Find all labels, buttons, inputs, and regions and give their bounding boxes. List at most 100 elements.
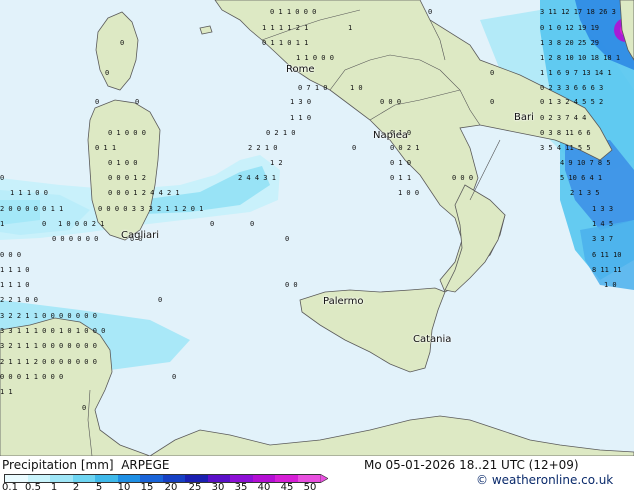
svg-text:4 9 10 7 8 5: 4 9 10 7 8 5 [560,159,611,167]
svg-text:3 11 12 17 18 26 3: 3 11 12 17 18 26 3 [540,8,616,16]
svg-text:0: 0 [120,39,124,47]
svg-text:3 2 2 1 1 0 0 0 0 0 0 0: 3 2 2 1 1 0 0 0 0 0 0 0 [0,312,97,320]
scale-swatch [162,475,185,482]
svg-text:0: 0 [172,373,176,381]
scale-tick: 0.5 [25,482,41,493]
scale-swatch [140,475,163,482]
svg-text:1 3 8 20 25 29: 1 3 8 20 25 29 [540,39,599,47]
svg-text:1 1 6 9 7 13 14 1: 1 1 6 9 7 13 14 1 [540,69,612,77]
city-label-rome: Rome [286,64,315,75]
scale-tick: 20 [164,482,178,493]
scale-swatch [5,475,28,482]
svg-text:2 4 4 3 1: 2 4 4 3 1 [238,174,276,182]
svg-text:0 1 1: 0 1 1 [95,144,116,152]
map-svg: 0 1 1 0 0 0 0 3 11 12 17 18 26 3 1 1 1 1… [0,0,634,456]
svg-text:0: 0 [210,220,214,228]
svg-text:0 1 0 12 19 19: 0 1 0 12 19 19 [540,24,599,32]
svg-text:0 0: 0 0 [285,281,298,289]
scale-swatch [72,475,95,482]
svg-text:2 1 3 5: 2 1 3 5 [570,189,600,197]
svg-text:0 1 0 0 0: 0 1 0 0 0 [108,129,146,137]
scale-swatch [185,475,208,482]
scale-swatch [95,475,118,482]
scale-tick: 0.1 [2,482,18,493]
svg-text:3 3 1 1 1 0 0 1 0 1 0 0 0: 3 3 1 1 1 0 0 1 0 1 0 0 0 [0,327,105,335]
precipitation-map: 0 1 1 0 0 0 0 3 11 12 17 18 26 3 1 1 1 1… [0,0,634,456]
svg-text:0: 0 [42,220,46,228]
svg-text:0 0 0: 0 0 0 [452,174,473,182]
precip-title: Precipitation [mm] ARPEGE [2,458,169,472]
svg-text:0 7 1 0: 0 7 1 0 [298,84,328,92]
svg-text:1: 1 [0,220,4,228]
scale-swatch [230,475,253,482]
svg-text:1 0 0 0 2 1: 1 0 0 0 2 1 [58,220,104,228]
svg-text:1 2: 1 2 [270,159,283,167]
svg-text:0 0 0 1 2 4 4 2 1: 0 0 0 1 2 4 4 2 1 [108,189,180,197]
svg-text:0: 0 [490,98,494,106]
svg-text:1 1 1 0: 1 1 1 0 [0,281,30,289]
svg-text:0 3 8 11 6 6: 0 3 8 11 6 6 [540,129,591,137]
scale-tick: 15 [140,482,154,493]
svg-text:1 3 0: 1 3 0 [290,98,311,106]
scale-swatch [252,475,275,482]
precip-title-text: Precipitation [mm] [2,458,114,472]
svg-text:1 1 1 1 2 1: 1 1 1 1 2 1 [262,24,308,32]
svg-text:1 1: 1 1 [0,388,13,396]
svg-text:2 2 1 0: 2 2 1 0 [248,144,278,152]
svg-text:1 1 0: 1 1 0 [290,114,311,122]
city-label-palermo: Palermo [323,296,364,307]
map-footer: Precipitation [mm] ARPEGE Mo 05-01-2026 … [0,456,634,493]
scale-tick: 1 [50,482,58,493]
svg-text:0: 0 [105,69,109,77]
svg-text:0 1 0 0: 0 1 0 0 [108,159,138,167]
scale-tick: 25 [188,482,202,493]
svg-text:0: 0 [250,220,254,228]
svg-text:0 1 3 2 4 5 5 2: 0 1 3 2 4 5 5 2 [540,98,603,106]
svg-text:1 0 0: 1 0 0 [398,189,419,197]
scale-tick: 35 [234,482,248,493]
svg-text:0 0 2 1: 0 0 2 1 [390,144,420,152]
svg-text:3 3 7: 3 3 7 [592,235,613,243]
svg-text:1 0: 1 0 [350,84,363,92]
svg-text:2 0 0 0 0 0 1 1: 2 0 0 0 0 0 1 1 [0,205,63,213]
svg-text:0 0 0: 0 0 0 [0,251,21,259]
svg-text:6 11 10: 6 11 10 [592,251,622,259]
svg-text:0 0 0: 0 0 0 [380,98,401,106]
svg-text:1 1 0 0 0: 1 1 0 0 0 [296,54,334,62]
svg-text:1 0: 1 0 [604,281,617,289]
svg-text:0: 0 [428,8,432,16]
svg-text:3 5 4 11 5 5: 3 5 4 11 5 5 [540,144,591,152]
svg-text:1 1 1 0 0: 1 1 1 0 0 [10,189,48,197]
valid-time: Mo 05-01-2026 18..21 UTC (12+09) [364,458,579,472]
svg-text:8 11 11: 8 11 11 [592,266,622,274]
svg-text:1 4 5: 1 4 5 [592,220,613,228]
scale-tick: 45 [280,482,294,493]
svg-text:0 1 1 0 0 0: 0 1 1 0 0 0 [270,8,316,16]
scale-tick: 5 [95,482,103,493]
svg-text:5 10 6 4 1: 5 10 6 4 1 [560,174,602,182]
svg-text:0: 0 [135,98,139,106]
city-label-naples: Napiea [373,130,409,141]
scale-swatch [297,475,320,482]
svg-text:0: 0 [158,296,162,304]
scale-tick: 40 [257,482,271,493]
svg-text:0: 0 [490,69,494,77]
scale-swatch [117,475,140,482]
svg-text:0: 0 [82,404,86,412]
svg-text:0: 0 [95,98,99,106]
svg-text:0 0 0 0 0 0: 0 0 0 0 0 0 [52,235,98,243]
scale-tick: 50 [303,482,317,493]
svg-text:0 2 3 3 6 6 6 3: 0 2 3 3 6 6 6 3 [540,84,603,92]
sicily [299,287,446,373]
svg-text:2 1 1 1 2 0 0 0 0 0 0 0: 2 1 1 1 2 0 0 0 0 0 0 0 [0,358,97,366]
svg-text:0 1 1: 0 1 1 [390,174,411,182]
city-label-cagliari: Cagliari [121,230,160,241]
scale-arrow-icon [320,474,328,483]
elba-island [199,25,213,35]
model-name: ARPEGE [121,458,170,472]
svg-text:0 1 0: 0 1 0 [390,159,411,167]
svg-text:1 1 1 0: 1 1 1 0 [0,266,30,274]
svg-text:1 3 3: 1 3 3 [592,205,613,213]
color-scale [4,474,328,483]
city-label-bari: Bari [514,112,534,123]
